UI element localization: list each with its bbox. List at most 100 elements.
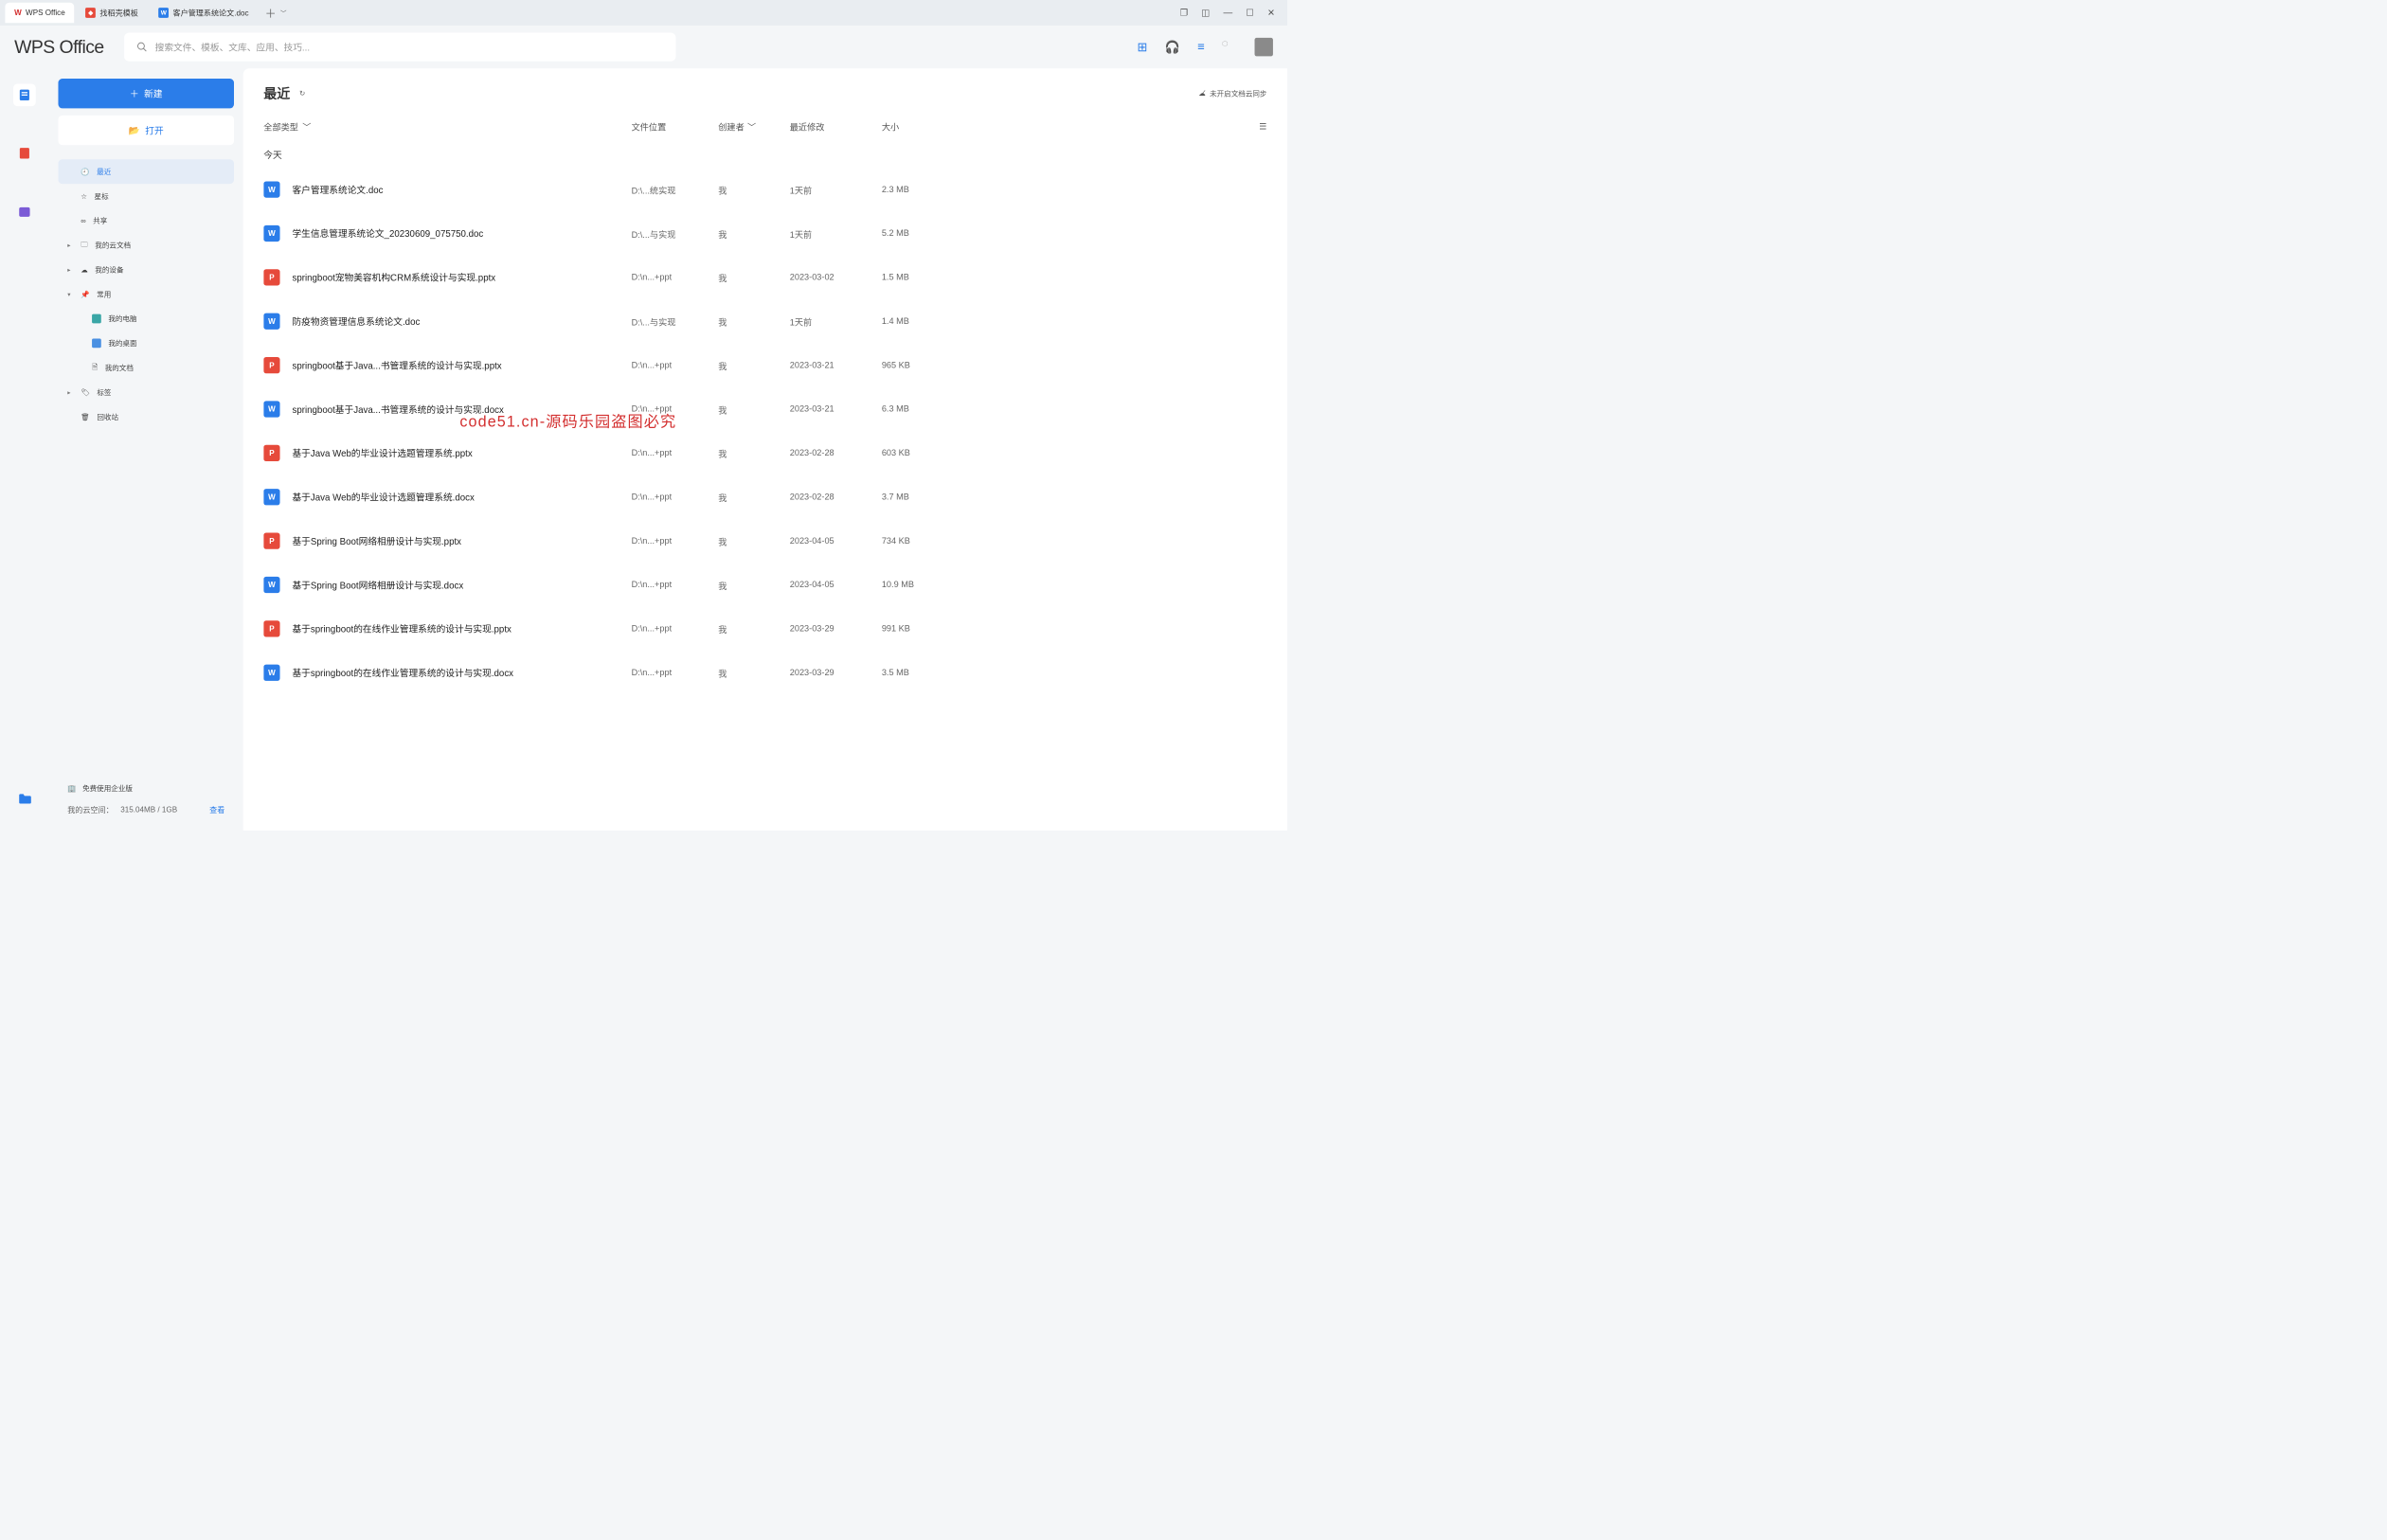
new-tab-button[interactable]: ＋ [265, 5, 277, 21]
file-name: 基于Java Web的毕业设计选题管理系统.pptx [292, 446, 631, 459]
file-location: D:\n...+ppt [632, 272, 719, 282]
rail-docs[interactable] [13, 83, 36, 106]
folder-open-icon: 📂 [129, 125, 140, 135]
file-creator: 我 [718, 271, 790, 283]
file-modified: 2023-03-02 [790, 272, 882, 282]
file-creator: 我 [718, 491, 790, 503]
nav-share[interactable]: ∞共享 [58, 208, 234, 233]
window-maximize-icon[interactable]: ☐ [1246, 8, 1254, 18]
new-button[interactable]: ＋ 新建 [58, 79, 234, 108]
nav-documents[interactable]: 🗎我的文档 [81, 355, 234, 380]
rail-calendar[interactable] [13, 200, 36, 223]
file-name: 基于Spring Boot网络相册设计与实现.pptx [292, 534, 631, 547]
nav-tags[interactable]: ▸🏷标签 [58, 380, 234, 404]
cloud-quota: 我的云空间： 315.04MB / 1GB 查看 [58, 799, 234, 820]
window-tabs: W WPS Office ◆ 找稻壳模板 W 客户管理系统论文.doc ＋ ﹀ … [0, 0, 1287, 26]
file-modified: 2023-03-21 [790, 404, 882, 415]
word-doc-icon: W [263, 181, 279, 197]
window-close-icon[interactable]: ✕ [1267, 8, 1275, 18]
file-row[interactable]: Pspringboot基于Java...书管理系统的设计与实现.pptxD:\n… [263, 343, 1266, 386]
tab-templates[interactable]: ◆ 找稻壳模板 [77, 3, 148, 24]
file-row[interactable]: P基于springboot的在线作业管理系统的设计与实现.pptxD:\n...… [263, 607, 1266, 651]
nav-desktop[interactable]: 我的桌面 [81, 331, 234, 355]
page-title: 最近 [263, 83, 290, 102]
file-modified: 2023-03-21 [790, 360, 882, 370]
file-row[interactable]: W防疫物资管理信息系统论文.docD:\...与实现我1天前1.4 MB [263, 299, 1266, 343]
word-doc-icon: W [263, 665, 279, 681]
window-controls: ❐ ◫ — ☐ ✕ [1180, 8, 1283, 18]
file-creator: 我 [718, 403, 790, 415]
file-modified: 2023-04-05 [790, 536, 882, 546]
new-button-label: 新建 [144, 87, 162, 100]
file-size: 6.3 MB [882, 404, 954, 415]
hexagon-icon[interactable]: ⬡ [1222, 40, 1237, 55]
chevron-down-icon: ▾ [67, 291, 73, 298]
file-creator: 我 [718, 622, 790, 635]
nav-device[interactable]: ▸☁我的设备 [58, 258, 234, 282]
file-location: D:\n...+ppt [632, 448, 719, 458]
file-size: 991 KB [882, 623, 954, 634]
nav-trash[interactable]: 🗑回收站 [58, 404, 234, 429]
file-row[interactable]: W基于Java Web的毕业设计选题管理系统.docxD:\n...+ppt我2… [263, 475, 1266, 519]
file-size: 1.4 MB [882, 316, 954, 327]
share-icon: ∞ [81, 217, 85, 225]
col-location: 文件位置 [632, 120, 719, 133]
window-cube-icon[interactable]: ◫ [1201, 8, 1210, 18]
rail-folder[interactable] [13, 788, 36, 811]
nav-common[interactable]: ▾📌常用 [58, 282, 234, 307]
col-creator[interactable]: 创建者﹀ [718, 120, 790, 133]
template-icon: ◆ [85, 8, 96, 18]
chevron-down-icon: ﹀ [747, 120, 756, 133]
nav-recent[interactable]: 🕘最近 [58, 159, 234, 184]
list-options-icon[interactable]: ☰ [1259, 121, 1266, 132]
file-row[interactable]: Wspringboot基于Java...书管理系统的设计与实现.docxD:\n… [263, 387, 1266, 431]
file-row[interactable]: W客户管理系统论文.docD:\...统实现我1天前2.3 MB [263, 168, 1266, 211]
tab-wps-home[interactable]: W WPS Office [5, 3, 74, 24]
file-row[interactable]: W基于Spring Boot网络相册设计与实现.docxD:\n...+ppt我… [263, 563, 1266, 606]
file-name: springboot宠物美容机构CRM系统设计与实现.pptx [292, 271, 631, 284]
file-location: D:\n...+ppt [632, 668, 719, 678]
col-size: 大小 [882, 120, 954, 133]
tab-document[interactable]: W 客户管理系统论文.doc [150, 3, 259, 24]
open-button[interactable]: 📂 打开 [58, 116, 234, 145]
file-size: 5.2 MB [882, 228, 954, 239]
search-input[interactable]: 搜索文件、模板、文库、应用、技巧... [124, 33, 675, 62]
apps-grid-icon[interactable]: ⊞ [1137, 40, 1147, 55]
folder-icon: 🗀 [81, 239, 88, 251]
enterprise-link[interactable]: 🏢 免费使用企业版 [58, 777, 234, 799]
file-row[interactable]: P基于Java Web的毕业设计选题管理系统.pptxD:\n...+ppt我2… [263, 431, 1266, 475]
file-modified: 2023-04-05 [790, 580, 882, 590]
word-doc-icon: W [263, 313, 279, 330]
file-row[interactable]: W学生信息管理系统论文_20230609_075750.docD:\...与实现… [263, 211, 1266, 255]
word-doc-icon: W [263, 577, 279, 593]
file-creator: 我 [718, 534, 790, 546]
filter-type[interactable]: 全部类型﹀ [263, 120, 631, 133]
headset-icon[interactable]: 🎧 [1165, 40, 1180, 55]
nav-computer[interactable]: 我的电脑 [81, 307, 234, 331]
file-name: 基于springboot的在线作业管理系统的设计与实现.docx [292, 666, 631, 679]
user-avatar[interactable] [1255, 38, 1273, 56]
file-row[interactable]: Pspringboot宠物美容机构CRM系统设计与实现.pptxD:\n...+… [263, 256, 1266, 299]
file-creator: 我 [718, 579, 790, 591]
file-name: 学生信息管理系统论文_20230609_075750.doc [292, 226, 631, 240]
window-restore-icon[interactable]: ❐ [1180, 8, 1189, 18]
file-name: 基于Java Web的毕业设计选题管理系统.docx [292, 491, 631, 504]
file-size: 734 KB [882, 536, 954, 546]
file-name: springboot基于Java...书管理系统的设计与实现.pptx [292, 359, 631, 372]
hamburger-menu-icon[interactable]: ≡ [1197, 40, 1205, 54]
refresh-icon[interactable]: ↻ [299, 89, 305, 98]
word-doc-icon: W [158, 8, 169, 18]
window-minimize-icon[interactable]: — [1223, 8, 1232, 18]
quota-view-link[interactable]: 查看 [209, 804, 224, 815]
rail-pdf[interactable] [13, 142, 36, 165]
file-modified: 2023-02-28 [790, 492, 882, 502]
wps-logo-icon: W [14, 9, 22, 17]
file-creator: 我 [718, 314, 790, 327]
file-row[interactable]: W 基于springboot的在线作业管理系统的设计与实现.docxD:\n...… [263, 651, 1266, 694]
nav-cloud[interactable]: ▸🗀我的云文档 [58, 233, 234, 258]
file-row[interactable]: P基于Spring Boot网络相册设计与实现.pptxD:\n...+ppt我… [263, 519, 1266, 563]
open-button-label: 打开 [145, 124, 163, 137]
cloud-sync-button[interactable]: ☁̸ 未开启文档云同步 [1198, 88, 1266, 98]
tab-overflow-icon[interactable]: ﹀ [280, 9, 286, 17]
nav-starred[interactable]: ☆星标 [58, 184, 234, 208]
